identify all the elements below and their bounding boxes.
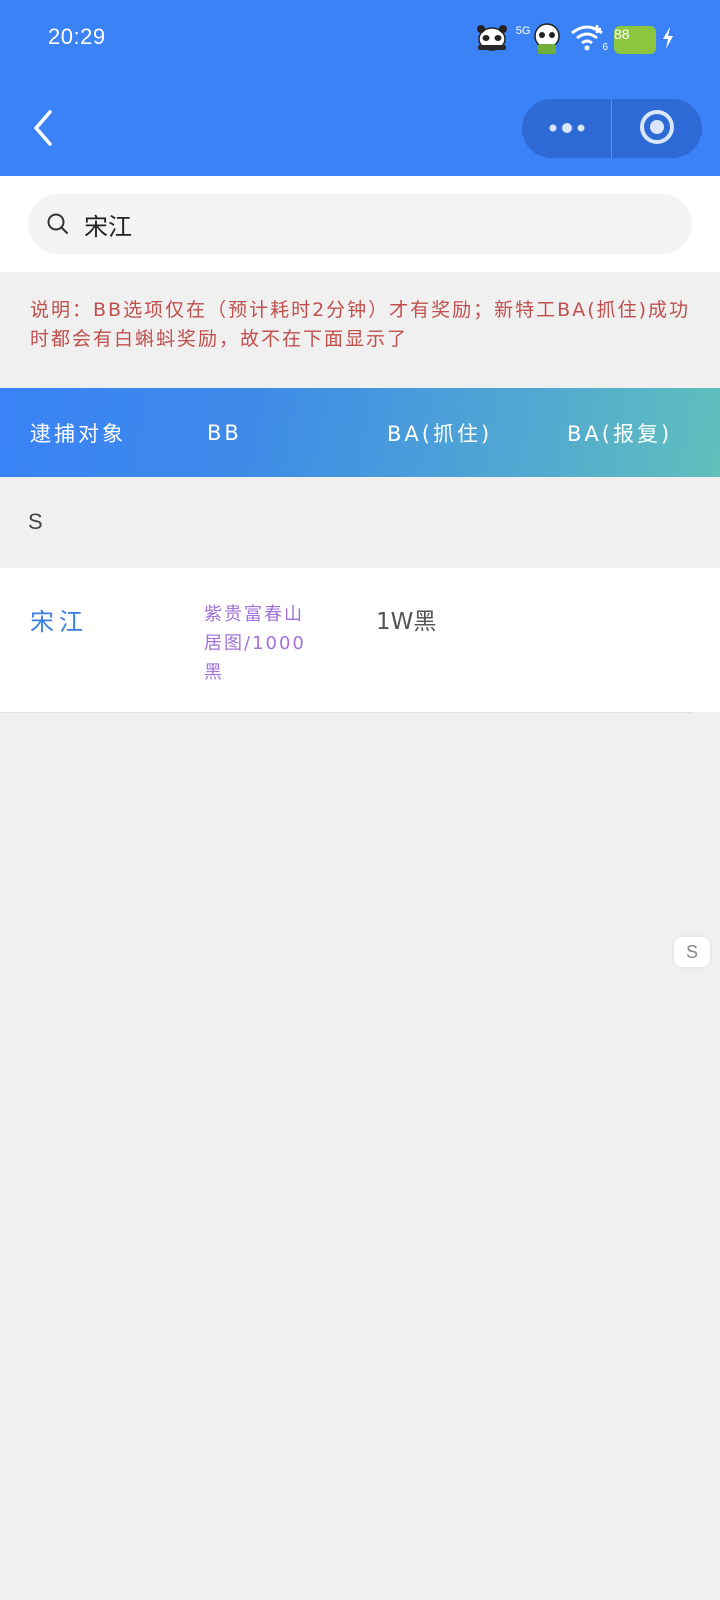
back-button[interactable]	[24, 104, 64, 152]
battery-level: 88	[614, 26, 630, 42]
group-header: S	[0, 477, 720, 568]
search-input[interactable]	[82, 209, 646, 239]
mini-program-capsule	[522, 99, 702, 158]
header-ba-revenge: BA(报复)	[567, 421, 673, 446]
notice-text: 说明：BB选项仅在（预计耗时2分钟）才有奖励；新特工BA(抓住)成功时都会有白蝌…	[30, 299, 691, 350]
row-divider	[0, 712, 692, 713]
bb-reward: 紫贵富春山居图/1000黑	[204, 604, 306, 683]
group-letter: S	[28, 509, 43, 534]
panda-sticker-icon	[530, 20, 564, 60]
target-circle-icon	[639, 109, 675, 149]
battery-icon: 88	[614, 26, 656, 54]
wifi-number-label: 6	[602, 41, 608, 53]
header-target: 逮捕对象	[30, 421, 126, 446]
status-icons: 5G 6 88	[474, 20, 674, 60]
network-5g-label: 5G	[515, 25, 531, 37]
search-icon	[46, 212, 70, 236]
search-bar	[0, 176, 720, 272]
chevron-left-icon	[24, 110, 64, 156]
charging-icon	[662, 27, 674, 53]
index-letter-s[interactable]: S	[674, 937, 710, 967]
panda-sticker-icon	[474, 21, 510, 59]
header-ba-catch: BA(抓住)	[387, 421, 493, 446]
header-bb: BB	[207, 420, 242, 445]
top-bar: 20:29 5G 6 88	[0, 0, 720, 176]
status-time: 20:29	[48, 24, 106, 49]
close-button[interactable]	[612, 99, 702, 158]
table-header: 逮捕对象 BB BA(抓住) BA(报复)	[0, 388, 720, 477]
more-dots-icon	[547, 119, 587, 138]
wifi-icon	[570, 23, 604, 57]
more-button[interactable]	[522, 99, 612, 158]
target-name: 宋江	[30, 608, 88, 636]
table-row[interactable]: 宋江 紫贵富春山居图/1000黑 1W黑	[0, 568, 720, 712]
search-box[interactable]	[28, 194, 692, 254]
ba-catch-reward: 1W黑	[376, 609, 437, 635]
